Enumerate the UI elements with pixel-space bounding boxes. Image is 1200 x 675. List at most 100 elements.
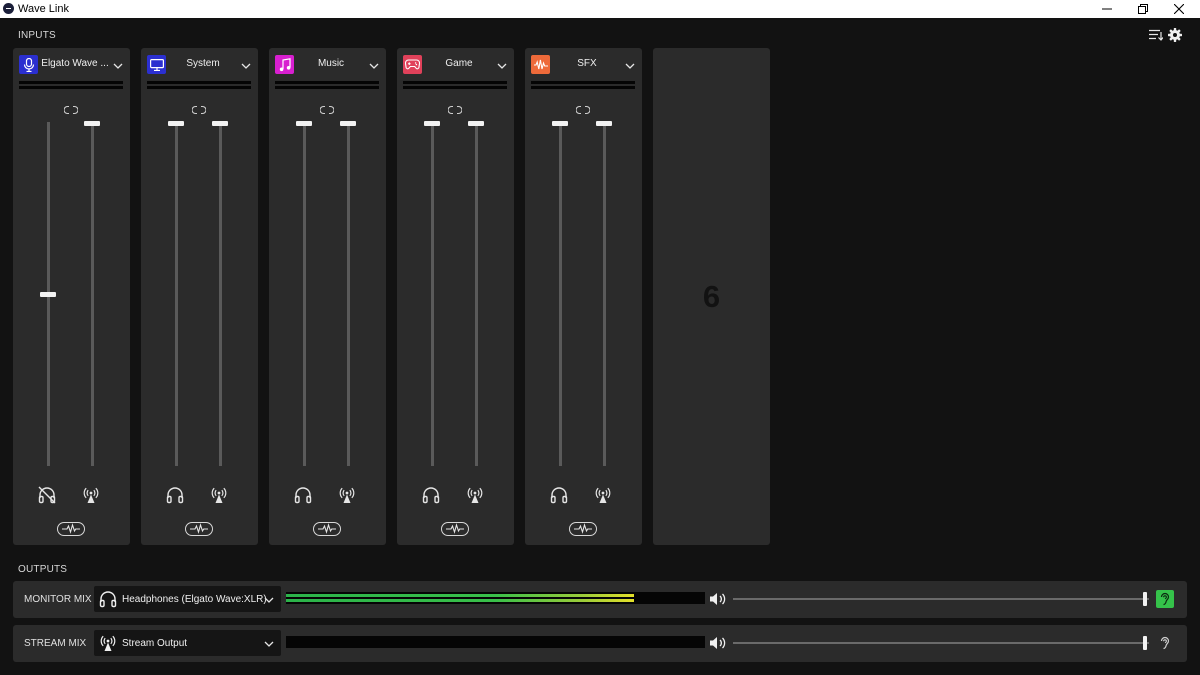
output-volume-slider[interactable]	[733, 642, 1149, 644]
broadcast-icon[interactable]	[593, 486, 613, 504]
output-level-meter	[286, 636, 705, 648]
minimize-icon	[1102, 8, 1112, 10]
stream-mix-fader[interactable]	[603, 122, 606, 466]
monitor-fader-knob[interactable]	[552, 121, 568, 126]
link-faders-icon[interactable]	[447, 102, 463, 115]
monitor-mix-fader[interactable]	[303, 122, 306, 466]
output-mix-row: STREAM MIX Stream Output	[13, 625, 1187, 662]
window-titlebar: Wave Link	[0, 0, 1200, 18]
link-faders-icon[interactable]	[575, 102, 591, 115]
input-strip: Music	[269, 48, 386, 545]
mixer-settings-icon[interactable]	[1149, 29, 1163, 41]
headphones-icon[interactable]	[421, 486, 441, 504]
app-logo-icon	[3, 3, 14, 14]
output-volume-slider[interactable]	[733, 598, 1149, 600]
input-strip: SFX	[525, 48, 642, 545]
monitor-fader-knob[interactable]	[40, 291, 56, 297]
stream-mix-fader[interactable]	[219, 122, 222, 466]
effects-button[interactable]	[569, 522, 597, 536]
monitor-icon	[147, 55, 166, 74]
input-channel-selector[interactable]: System	[147, 55, 252, 74]
output-volume-knob[interactable]	[1143, 636, 1147, 650]
chevron-down-icon	[263, 637, 275, 649]
output-mix-label: STREAM MIX	[24, 638, 87, 649]
effects-button[interactable]	[185, 522, 213, 536]
output-volume-knob[interactable]	[1143, 592, 1147, 606]
chevron-down-icon	[368, 59, 380, 71]
headphones-muted-icon[interactable]	[37, 486, 57, 504]
monitor-mix-fader[interactable]	[431, 122, 434, 466]
gamepad-icon	[403, 55, 422, 74]
restore-icon	[1138, 4, 1148, 14]
input-level-meter	[531, 81, 635, 84]
link-faders-icon[interactable]	[319, 102, 335, 115]
window-title: Wave Link	[18, 3, 69, 15]
link-faders-icon[interactable]	[63, 102, 79, 115]
chevron-down-icon	[240, 59, 252, 71]
input-channel-selector[interactable]: Game	[403, 55, 508, 74]
headphones-icon[interactable]	[165, 486, 185, 504]
broadcast-icon[interactable]	[209, 486, 229, 504]
chevron-down-icon	[496, 59, 508, 71]
output-mix-row: MONITOR MIX Headphones (Elgato Wave:XLR)	[13, 581, 1187, 618]
waveform-icon	[531, 55, 550, 74]
listen-ear-icon[interactable]	[1156, 590, 1174, 608]
effects-button[interactable]	[57, 522, 85, 536]
restore-button[interactable]	[1125, 0, 1161, 18]
gear-icon[interactable]	[1168, 28, 1182, 42]
monitor-fader-knob[interactable]	[296, 121, 312, 126]
listen-ear-icon[interactable]	[1156, 634, 1174, 652]
empty-slot-number: 6	[702, 279, 721, 314]
input-channel-name: SFX	[577, 58, 597, 69]
outputs-section-label: OUTPUTS	[18, 564, 68, 575]
stream-mix-fader[interactable]	[475, 122, 478, 466]
input-channel-selector[interactable]: Music	[275, 55, 380, 74]
close-icon	[1174, 4, 1184, 14]
speaker-icon[interactable]	[709, 635, 727, 651]
effects-button[interactable]	[313, 522, 341, 536]
monitor-mix-fader[interactable]	[559, 122, 562, 466]
broadcast-icon	[99, 634, 117, 652]
close-button[interactable]	[1161, 0, 1197, 18]
broadcast-icon[interactable]	[465, 486, 485, 504]
input-channel-name: System	[186, 58, 220, 69]
microphone-icon	[19, 55, 38, 74]
output-device-select[interactable]: Stream Output	[94, 630, 281, 656]
input-level-meter	[275, 81, 379, 84]
monitor-mix-fader[interactable]	[175, 122, 178, 466]
input-strip: System	[141, 48, 258, 545]
empty-input-slot[interactable]: 6	[653, 48, 770, 545]
speaker-icon[interactable]	[709, 591, 727, 607]
chevron-down-icon	[624, 59, 636, 71]
input-strip: Elgato Wave ...	[13, 48, 130, 545]
minimize-button[interactable]	[1089, 0, 1125, 18]
stream-fader-knob[interactable]	[212, 121, 228, 126]
inputs-section-label: INPUTS	[18, 30, 56, 41]
stream-fader-knob[interactable]	[340, 121, 356, 126]
monitor-fader-knob[interactable]	[424, 121, 440, 126]
stream-fader-knob[interactable]	[84, 121, 100, 126]
headphones-icon	[99, 590, 117, 608]
input-channel-name: Game	[445, 58, 473, 69]
stream-fader-knob[interactable]	[468, 121, 484, 126]
monitor-fader-knob[interactable]	[168, 121, 184, 126]
input-channel-selector[interactable]: SFX	[531, 55, 636, 74]
headphones-icon[interactable]	[293, 486, 313, 504]
input-channel-name: Music	[317, 58, 345, 69]
input-channel-name: Elgato Wave ...	[41, 58, 109, 69]
broadcast-icon[interactable]	[81, 486, 101, 504]
broadcast-icon[interactable]	[337, 486, 357, 504]
music-note-icon	[275, 55, 294, 74]
input-strip: Game	[397, 48, 514, 545]
output-device-name: Headphones (Elgato Wave:XLR)	[122, 594, 267, 605]
headphones-icon[interactable]	[549, 486, 569, 504]
stream-fader-knob[interactable]	[596, 121, 612, 126]
output-device-select[interactable]: Headphones (Elgato Wave:XLR)	[94, 586, 281, 612]
stream-mix-fader[interactable]	[347, 122, 350, 466]
link-faders-icon[interactable]	[191, 102, 207, 115]
output-level-meter	[286, 592, 705, 604]
stream-mix-fader[interactable]	[91, 122, 94, 466]
input-level-meter	[147, 81, 251, 84]
effects-button[interactable]	[441, 522, 469, 536]
input-channel-selector[interactable]: Elgato Wave ...	[19, 55, 124, 74]
